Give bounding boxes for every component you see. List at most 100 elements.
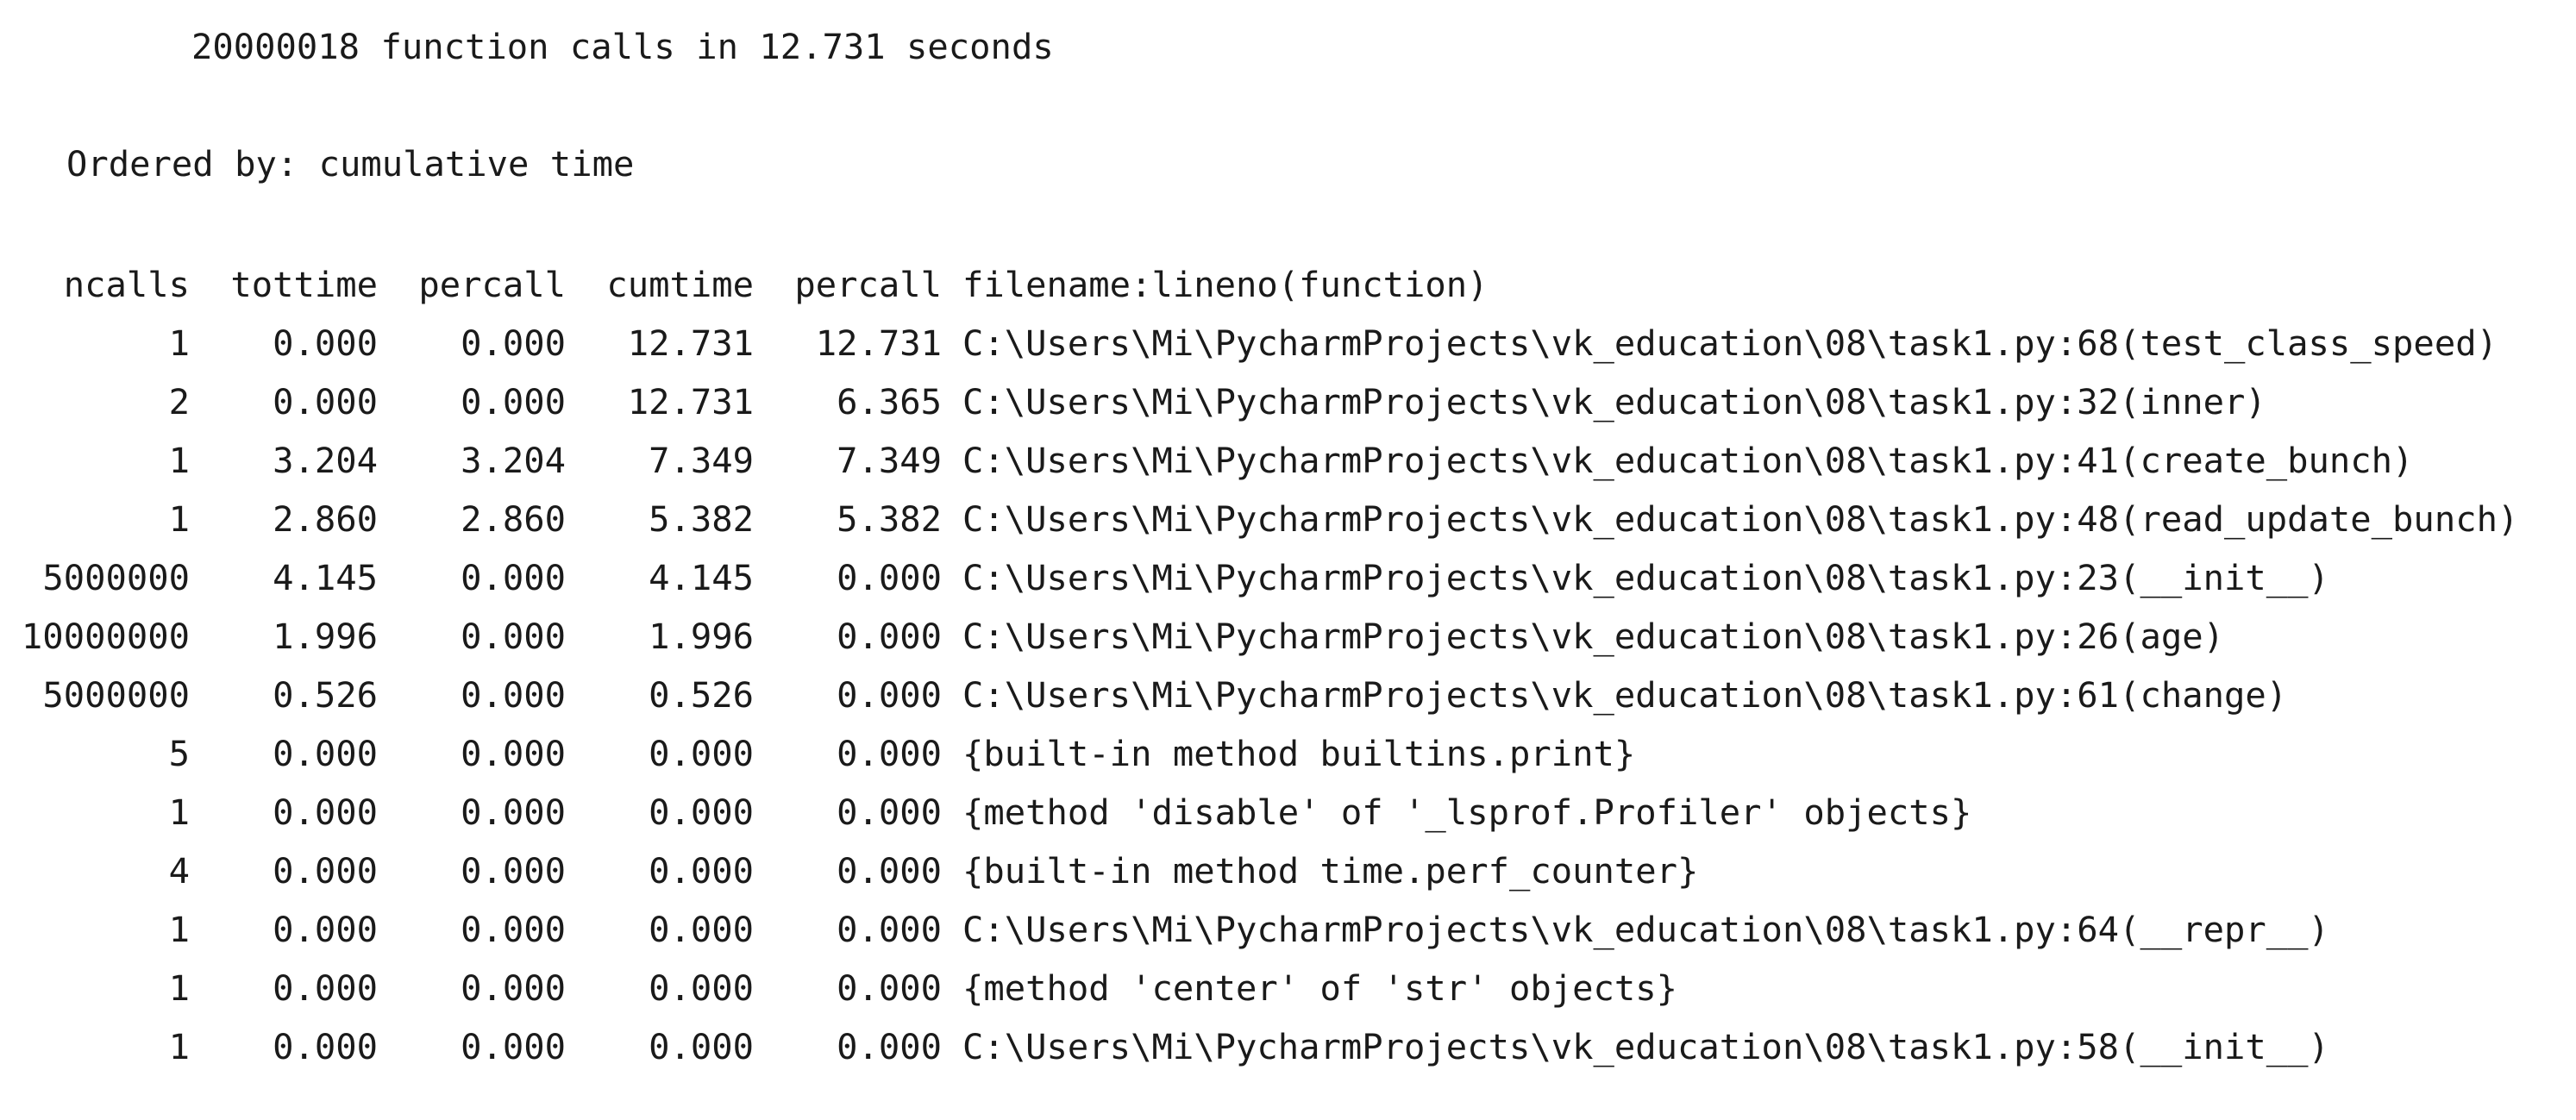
cell-cumtime: 0.526 bbox=[649, 674, 754, 716]
cell-function: C:\Users\Mi\PycharmProjects\vk_education… bbox=[962, 381, 2266, 422]
cell-function: C:\Users\Mi\PycharmProjects\vk_education… bbox=[962, 1026, 2329, 1067]
cell-cumtime: 5.382 bbox=[649, 498, 754, 540]
table-row: 5000000 0.526 0.000 0.526 0.000 C:\Users\Mi\P… bbox=[0, 666, 2518, 724]
cell-cumtime: 0.000 bbox=[649, 967, 754, 1009]
cell-function: C:\Users\Mi\PycharmProjects\vk_education… bbox=[962, 557, 2329, 598]
header-percall-cumulative: percall bbox=[794, 264, 942, 305]
cell-percall: 0.000 bbox=[461, 381, 566, 422]
table-row: 5 0.000 0.000 0.000 0.000 {built-in method bu… bbox=[0, 724, 2518, 783]
cell-percall: 0.000 bbox=[461, 557, 566, 598]
cell-percall-cumulative: 0.000 bbox=[837, 1026, 942, 1067]
cell-percall: 0.000 bbox=[461, 1026, 566, 1067]
cell-percall-cumulative: 5.382 bbox=[837, 498, 942, 540]
cell-percall-cumulative: 0.000 bbox=[837, 674, 942, 716]
cell-percall-cumulative: 0.000 bbox=[837, 850, 942, 892]
cell-tottime: 0.000 bbox=[273, 909, 378, 950]
header-tottime: tottime bbox=[230, 264, 378, 305]
cell-tottime: 1.996 bbox=[273, 616, 378, 657]
profile-stats-table: ncalls tottime percall cumtime percall f… bbox=[0, 255, 2518, 1076]
cell-cumtime: 1.996 bbox=[649, 616, 754, 657]
cell-tottime: 3.204 bbox=[273, 440, 378, 481]
cell-ncalls: 1 bbox=[168, 792, 190, 833]
header-ncalls: ncalls bbox=[63, 264, 190, 305]
cell-ncalls: 10000000 bbox=[21, 616, 190, 657]
cell-percall-cumulative: 7.349 bbox=[837, 440, 942, 481]
cell-cumtime: 0.000 bbox=[649, 1026, 754, 1067]
cell-tottime: 0.526 bbox=[273, 674, 378, 716]
cell-cumtime: 0.000 bbox=[649, 733, 754, 774]
cell-function: {method 'disable' of '_lsprof.Profiler' … bbox=[962, 792, 1972, 833]
cell-tottime: 0.000 bbox=[273, 792, 378, 833]
table-row: 1 2.860 2.860 5.382 5.382 C:\Users\Mi\Pycharm… bbox=[0, 490, 2519, 548]
cell-percall: 0.000 bbox=[461, 733, 566, 774]
cell-percall-cumulative: 0.000 bbox=[837, 967, 942, 1009]
cell-tottime: 2.860 bbox=[273, 498, 378, 540]
table-row: 5000000 4.145 0.000 4.145 0.000 C:\Users\Mi\P… bbox=[0, 548, 2518, 607]
cell-percall-cumulative: 0.000 bbox=[837, 792, 942, 833]
cell-cumtime: 12.731 bbox=[627, 381, 754, 422]
cell-ncalls: 1 bbox=[168, 909, 190, 950]
cell-ncalls: 5000000 bbox=[42, 557, 190, 598]
cell-tottime: 4.145 bbox=[273, 557, 378, 598]
cell-ncalls: 1 bbox=[168, 1026, 190, 1067]
cell-function: C:\Users\Mi\PycharmProjects\vk_education… bbox=[962, 616, 2224, 657]
cell-ncalls: 1 bbox=[168, 440, 190, 481]
table-row: 1 0.000 0.000 0.000 0.000 C:\Users\Mi\Pycharm… bbox=[0, 1017, 2518, 1076]
table-row: 1 3.204 3.204 7.349 7.349 C:\Users\Mi\Pycharm… bbox=[0, 431, 2518, 490]
cell-cumtime: 12.731 bbox=[627, 322, 754, 364]
cell-percall: 0.000 bbox=[461, 850, 566, 892]
cell-percall-cumulative: 0.000 bbox=[837, 733, 942, 774]
header-function: filename:lineno(function) bbox=[962, 264, 1489, 305]
cell-function: C:\Users\Mi\PycharmProjects\vk_education… bbox=[962, 498, 2519, 540]
cell-tottime: 0.000 bbox=[273, 381, 378, 422]
table-row: 1 0.000 0.000 0.000 0.000 {method 'disable' o… bbox=[0, 783, 2518, 842]
cell-percall-cumulative: 0.000 bbox=[837, 909, 942, 950]
cell-percall-cumulative: 6.365 bbox=[837, 381, 942, 422]
table-row: 1 0.000 0.000 0.000 0.000 C:\Users\Mi\Pycharm… bbox=[0, 900, 2518, 959]
cell-ncalls: 1 bbox=[168, 967, 190, 1009]
cell-percall: 0.000 bbox=[461, 967, 566, 1009]
cell-ncalls: 4 bbox=[168, 850, 190, 892]
cell-ncalls: 5000000 bbox=[42, 674, 190, 716]
cell-tottime: 0.000 bbox=[273, 733, 378, 774]
table-row: 4 0.000 0.000 0.000 0.000 {built-in method ti… bbox=[0, 842, 2518, 900]
console-output: 20000018 function calls in 12.731 second… bbox=[0, 0, 2576, 1120]
profile-summary: 20000018 function calls in 12.731 second… bbox=[191, 26, 1054, 67]
cell-ncalls: 2 bbox=[168, 381, 190, 422]
cell-percall: 0.000 bbox=[461, 616, 566, 657]
cell-percall: 3.204 bbox=[461, 440, 566, 481]
cell-cumtime: 0.000 bbox=[649, 850, 754, 892]
header-percall: percall bbox=[418, 264, 566, 305]
cell-cumtime: 0.000 bbox=[649, 792, 754, 833]
cell-function: C:\Users\Mi\PycharmProjects\vk_education… bbox=[962, 909, 2329, 950]
cell-percall-cumulative: 0.000 bbox=[837, 557, 942, 598]
cell-function: {built-in method builtins.print} bbox=[962, 733, 1636, 774]
cell-percall: 0.000 bbox=[461, 792, 566, 833]
cell-function: {built-in method time.perf_counter} bbox=[962, 850, 1699, 892]
cell-function: {method 'center' of 'str' objects} bbox=[962, 967, 1678, 1009]
table-row: 10000000 1.996 0.000 1.996 0.000 C:\Users\Mi\… bbox=[0, 607, 2518, 666]
cell-tottime: 0.000 bbox=[273, 850, 378, 892]
cell-percall-cumulative: 12.731 bbox=[815, 322, 942, 364]
cell-ncalls: 1 bbox=[168, 322, 190, 364]
table-body: 1 0.000 0.000 12.731 12.731 C:\Users\Mi\Pycha… bbox=[0, 314, 2518, 1076]
cell-function: C:\Users\Mi\PycharmProjects\vk_education… bbox=[962, 674, 2288, 716]
cell-percall: 0.000 bbox=[461, 909, 566, 950]
table-row: 1 0.000 0.000 0.000 0.000 {method 'center' of… bbox=[0, 959, 2518, 1017]
cell-function: C:\Users\Mi\PycharmProjects\vk_education… bbox=[962, 440, 2414, 481]
cell-percall: 0.000 bbox=[461, 674, 566, 716]
cell-cumtime: 4.145 bbox=[649, 557, 754, 598]
table-row: 1 0.000 0.000 12.731 12.731 C:\Users\Mi\Pycha… bbox=[0, 314, 2518, 372]
cell-tottime: 0.000 bbox=[273, 322, 378, 364]
cell-percall-cumulative: 0.000 bbox=[837, 616, 942, 657]
cell-ncalls: 5 bbox=[168, 733, 190, 774]
cell-tottime: 0.000 bbox=[273, 1026, 378, 1067]
cell-tottime: 0.000 bbox=[273, 967, 378, 1009]
cell-ncalls: 1 bbox=[168, 498, 190, 540]
cell-cumtime: 0.000 bbox=[649, 909, 754, 950]
sort-order-label: Ordered by: cumulative time bbox=[66, 143, 635, 185]
cell-function: C:\Users\Mi\PycharmProjects\vk_education… bbox=[962, 322, 2498, 364]
table-header-row: ncalls tottime percall cumtime percall f… bbox=[0, 255, 2518, 314]
header-cumtime: cumtime bbox=[606, 264, 754, 305]
table-row: 2 0.000 0.000 12.731 6.365 C:\Users\Mi\Pychar… bbox=[0, 372, 2518, 431]
